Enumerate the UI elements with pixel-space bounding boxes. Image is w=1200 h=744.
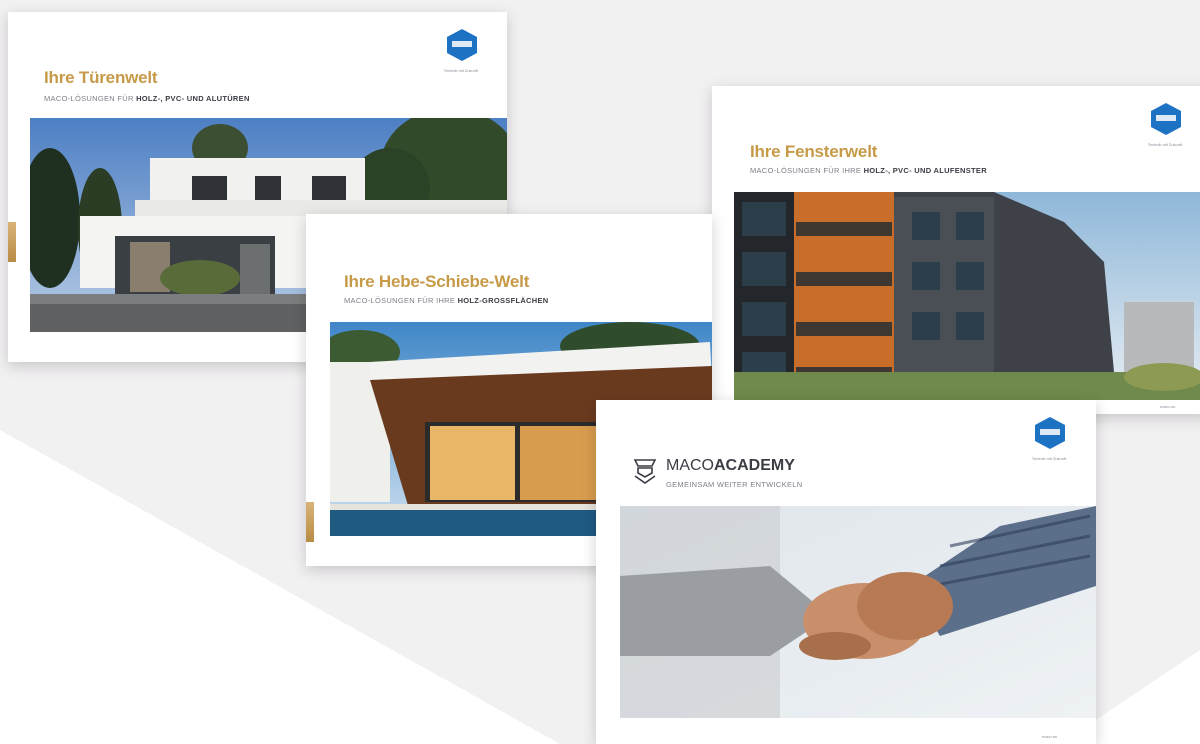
logo-tagline: Technik mit Zukunft xyxy=(443,68,479,73)
brochure-card-fenster[interactable]: Technik mit Zukunft Ihre Fensterwelt MAC… xyxy=(712,86,1200,414)
academy-title: MACOACADEMY xyxy=(666,457,795,474)
handshake-photo xyxy=(620,506,1096,718)
academy-subtitle: GEMEINSAM WEITER ENTWICKELN xyxy=(666,480,803,489)
footer-url: maco.eu xyxy=(1160,404,1176,409)
side-tab xyxy=(306,502,314,542)
side-tab xyxy=(8,222,16,262)
card-subtitle: MACO-LÖSUNGEN FÜR IHRE HOLZ-GROSSFLÄCHEN xyxy=(344,296,549,305)
card-title: Ihre Fensterwelt xyxy=(750,142,878,161)
brochure-card-academy[interactable]: Technik mit Zukunft MACOACADEMY GEMEINSA… xyxy=(596,400,1096,744)
maco-logo-icon xyxy=(447,29,477,61)
maco-logo-icon xyxy=(1151,103,1181,135)
logo-tagline: Technik mit Zukunft xyxy=(1031,456,1067,461)
card-title: Ihre Hebe-Schiebe-Welt xyxy=(344,272,530,291)
card-title: Ihre Türenwelt xyxy=(44,68,158,87)
logo-tagline: Technik mit Zukunft xyxy=(1147,142,1183,147)
footer-url: maco.eu xyxy=(1042,734,1058,739)
apartment-photo xyxy=(734,192,1200,400)
maco-logo-icon xyxy=(1035,417,1065,449)
academy-hat-icon xyxy=(633,459,657,484)
card-subtitle: MACO-LÖSUNGEN FÜR IHRE HOLZ-, PVC- UND A… xyxy=(750,166,987,175)
card-subtitle: MACO-LÖSUNGEN FÜR HOLZ-, PVC- UND ALUTÜR… xyxy=(44,94,250,103)
